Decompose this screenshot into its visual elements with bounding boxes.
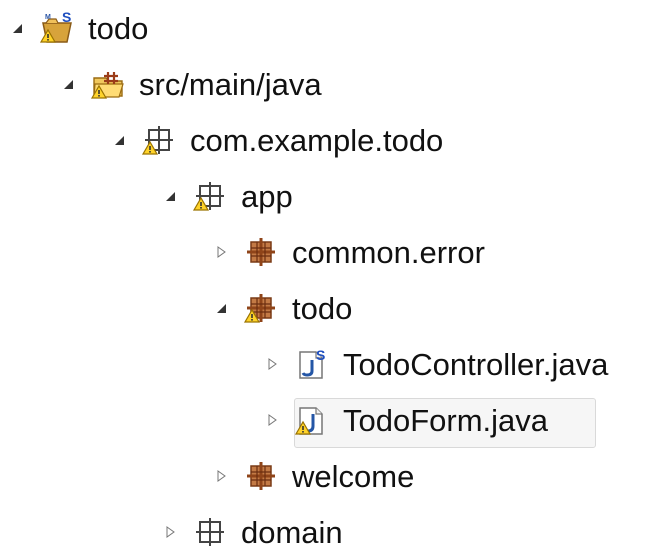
tree-item-src-main-java[interactable]: src/main/java: [59, 56, 322, 112]
tree-item-com-example-todo[interactable]: com.example.todo: [110, 112, 443, 168]
svg-text:S: S: [62, 11, 71, 25]
expanded-arrow-icon[interactable]: [212, 299, 230, 317]
package-warning-icon: [244, 291, 278, 325]
tree-item-label: todo: [292, 290, 353, 326]
collapsed-arrow-icon[interactable]: [263, 411, 281, 429]
java-file-warning-icon: [295, 403, 329, 437]
tree-item-common-error[interactable]: common.error: [212, 224, 485, 280]
expanded-arrow-icon[interactable]: [110, 131, 128, 149]
collapsed-arrow-icon[interactable]: [212, 243, 230, 261]
tree-item-todo-form-java[interactable]: TodoForm.java: [263, 392, 548, 448]
tree-item-todo-package[interactable]: todo: [212, 280, 352, 336]
source-folder-warning-icon: [91, 67, 125, 101]
tree-item-label: com.example.todo: [190, 122, 444, 158]
tree-item-todo-project[interactable]: M S todo: [8, 0, 148, 56]
tree-item-label: todo: [88, 10, 149, 46]
collapsed-arrow-icon[interactable]: [263, 355, 281, 373]
expanded-arrow-icon[interactable]: [161, 187, 179, 205]
tree-item-domain[interactable]: domain: [161, 504, 343, 549]
tree-item-app[interactable]: app: [161, 168, 293, 224]
package-explorer-tree: M S todo src/main/java com.example.todo …: [0, 0, 662, 549]
tree-item-welcome[interactable]: welcome: [212, 448, 414, 504]
collapsed-arrow-icon[interactable]: [161, 523, 179, 541]
tree-item-label: src/main/java: [139, 66, 322, 102]
tree-item-label: app: [241, 178, 293, 214]
tree-item-label: TodoForm.java: [343, 402, 549, 438]
tree-item-label: common.error: [292, 234, 485, 270]
tree-item-todo-controller-java[interactable]: S TodoController.java: [263, 336, 608, 392]
empty-package-icon: [193, 515, 227, 549]
package-icon: [244, 459, 278, 493]
tree-item-label: domain: [241, 514, 343, 549]
expanded-arrow-icon[interactable]: [59, 75, 77, 93]
empty-package-warning-icon: [193, 179, 227, 213]
svg-text:S: S: [316, 347, 325, 363]
empty-package-warning-icon: [142, 123, 176, 157]
svg-text:M: M: [45, 14, 51, 21]
expanded-arrow-icon[interactable]: [8, 19, 26, 37]
tree-item-label: welcome: [292, 458, 415, 494]
spring-maven-project-warning-icon: M S: [40, 11, 74, 45]
spring-java-file-icon: S: [295, 347, 329, 381]
collapsed-arrow-icon[interactable]: [212, 467, 230, 485]
tree-item-label: TodoController.java: [343, 346, 609, 382]
package-icon: [244, 235, 278, 269]
